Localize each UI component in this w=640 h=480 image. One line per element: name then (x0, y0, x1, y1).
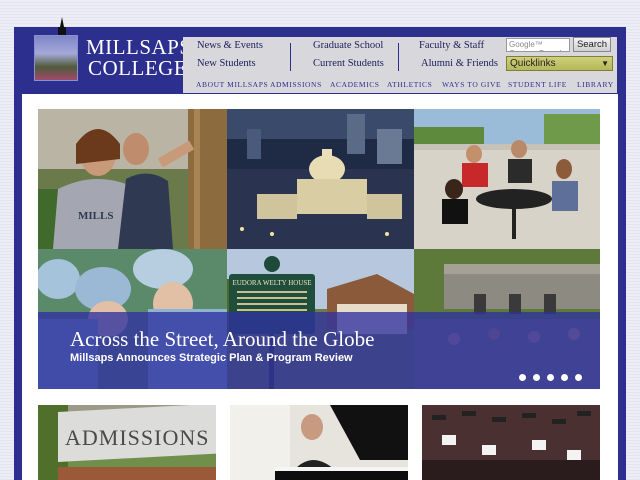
subnav-academics[interactable]: ACADEMICS (330, 80, 380, 89)
feature-music[interactable] (230, 405, 408, 480)
welty-sign-text: EUDORA WELTY HOUSE (232, 279, 311, 287)
quicklinks-select[interactable]: Quicklinks ▼ (506, 56, 613, 71)
feature-graduation[interactable] (422, 405, 600, 480)
hero-subtitle[interactable]: Millsaps Announces Strategic Plan & Prog… (70, 352, 353, 364)
nav-news-events[interactable]: News & Events (197, 40, 263, 51)
hero-photo-patio (414, 109, 600, 249)
college-name: MILLSAPS COLLEGE (86, 37, 192, 79)
subnav-library[interactable]: LIBRARY (577, 80, 614, 89)
slide-dot-1[interactable] (519, 374, 526, 381)
slide-dot-4[interactable] (561, 374, 568, 381)
nav-divider (398, 43, 399, 71)
feature-admissions[interactable]: ADMISSIONS (38, 405, 216, 480)
slide-dot-3[interactable] (547, 374, 554, 381)
subnav-admissions[interactable]: ADMISSIONS (270, 80, 322, 89)
hero-slideshow[interactable]: MILLS EUDORA WELTY HOUSE Across the Stre… (38, 109, 600, 389)
hero-title[interactable]: Across the Street, Around the Globe (70, 327, 374, 352)
nav-graduate-school[interactable]: Graduate School (313, 40, 383, 51)
slide-dot-5[interactable] (575, 374, 582, 381)
admissions-sign-text: ADMISSIONS (65, 425, 209, 450)
site-header: MILLSAPS COLLEGE News & Events Graduate … (14, 17, 626, 94)
page-frame: MILLSAPS COLLEGE News & Events Graduate … (14, 17, 626, 480)
search-input[interactable]: Google™ Custom Search (506, 38, 570, 52)
college-name-line2: COLLEGE (88, 56, 188, 80)
hero-banner[interactable]: Across the Street, Around the Globe Mill… (38, 312, 600, 389)
subnav-ways-to-give[interactable]: WAYS TO GIVE (442, 80, 501, 89)
logo-photo (34, 35, 78, 81)
college-name-line1: MILLSAPS (86, 35, 192, 59)
nav-new-students[interactable]: New Students (197, 58, 256, 69)
slide-dot-2[interactable] (533, 374, 540, 381)
main-content: MILLS EUDORA WELTY HOUSE Across the Stre… (22, 94, 618, 480)
nav-faculty-staff[interactable]: Faculty & Staff (419, 40, 484, 51)
nav-alumni-friends[interactable]: Alumni & Friends (421, 58, 498, 69)
quicklinks-label: Quicklinks (510, 58, 556, 69)
subnav-student-life[interactable]: STUDENT LIFE (508, 80, 567, 89)
chevron-down-icon: ▼ (601, 59, 609, 68)
hero-photo-capitol (227, 109, 414, 249)
search-button[interactable]: Search (573, 37, 611, 52)
subnav-athletics[interactable]: ATHLETICS (387, 80, 432, 89)
nav-box: News & Events Graduate School Faculty & … (183, 37, 617, 93)
college-logo[interactable]: MILLSAPS COLLEGE (24, 17, 191, 89)
svg-text:MILLS: MILLS (78, 210, 113, 222)
nav-divider (290, 43, 291, 71)
slide-indicators (519, 368, 589, 386)
nav-current-students[interactable]: Current Students (313, 58, 384, 69)
sub-navigation: ABOUT MILLSAPS ADMISSIONS ACADEMICS ATHL… (183, 77, 617, 93)
hero-photo-students: MILLS (38, 109, 227, 249)
subnav-about[interactable]: ABOUT MILLSAPS (196, 80, 268, 89)
